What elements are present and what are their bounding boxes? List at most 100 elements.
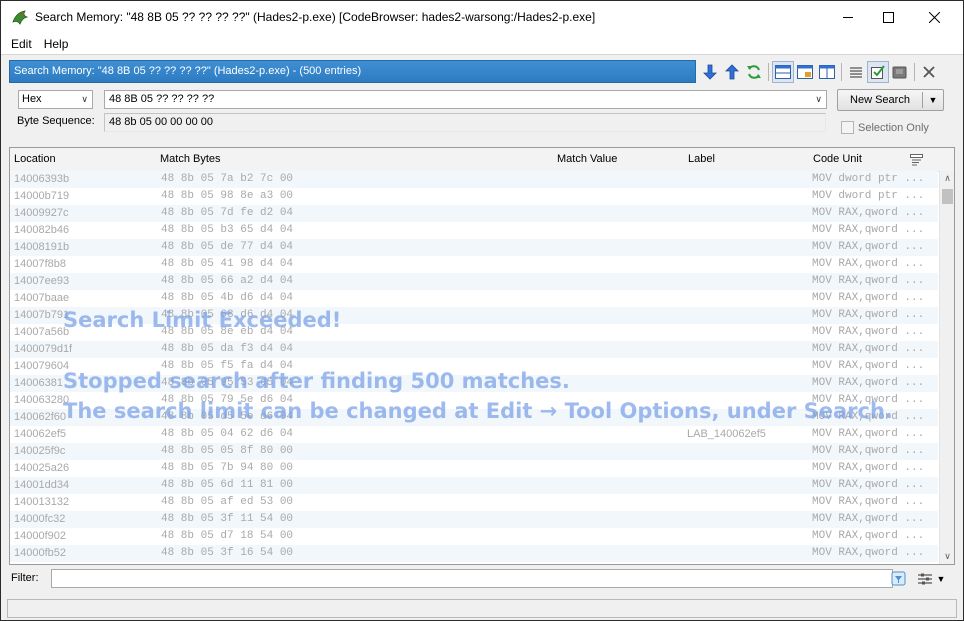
- chevron-down-icon: ∨: [81, 94, 88, 104]
- table-row[interactable]: 14007b791 48 8b 05 68 d6 d4 04 MOV RAX,qwo…: [10, 307, 938, 324]
- selection-only-label: Selection Only: [858, 121, 929, 134]
- table-row[interactable]: 140013132 48 8b 05 af ed 53 00 MOV RAX,qwo…: [10, 494, 938, 511]
- filter-input[interactable]: [51, 569, 893, 588]
- column-label[interactable]: Label: [688, 148, 715, 171]
- table-row[interactable]: 14006393b 48 8b 05 7a b2 7c 00 MOV dword p…: [10, 171, 938, 188]
- table-row[interactable]: 14001dd34 48 8b 05 6d 11 81 00 MOV RAX,qwo…: [10, 477, 938, 494]
- format-select[interactable]: Hex ∨: [18, 90, 93, 109]
- location-cell: 14000f902: [14, 530, 66, 542]
- toolbar-separator: [768, 62, 769, 81]
- filter-menu-button[interactable]: ▼: [935, 569, 947, 589]
- table-row[interactable]: 14009927c 48 8b 05 7d fe d2 04 MOV RAX,qwo…: [10, 205, 938, 222]
- toggle-details-button[interactable]: [794, 61, 816, 83]
- menu-edit[interactable]: Edit: [5, 37, 38, 51]
- code-unit-cell: MOV RAX,qword ...: [812, 462, 925, 474]
- maximize-button[interactable]: [865, 1, 911, 33]
- table-row[interactable]: 14007ee93 48 8b 05 66 a2 d4 04 MOV RAX,qwo…: [10, 273, 938, 290]
- new-search-dropdown-button[interactable]: ▼: [924, 90, 942, 110]
- table-row[interactable]: 14007a56b 48 8b 05 8e eb d4 04 MOV RAX,qwo…: [10, 324, 938, 341]
- toggle-columns-button[interactable]: [816, 61, 838, 83]
- minimize-icon: [842, 16, 853, 18]
- horizontal-split-icon: [775, 64, 791, 79]
- menu-help[interactable]: Help: [38, 37, 75, 51]
- table-row[interactable]: 140025f9c 48 8b 05 05 8f 80 00 MOV RAX,qwo…: [10, 443, 938, 460]
- panel-title: Search Memory: "48 8B 05 ?? ?? ?? ??" (H…: [9, 60, 696, 83]
- filter-settings-button[interactable]: [915, 569, 935, 589]
- next-match-button[interactable]: [699, 61, 721, 83]
- location-cell: 14000fb52: [14, 547, 66, 559]
- code-unit-cell: MOV RAX,qword ...: [812, 343, 925, 355]
- new-search-label: New Search: [850, 94, 910, 106]
- layout-split-button[interactable]: [772, 60, 794, 83]
- search-input[interactable]: 48 8B 05 ?? ?? ?? ?? ∨: [104, 90, 827, 109]
- match-bytes-cell: 48 8b 05 04 62 d6 04: [161, 428, 294, 440]
- scroll-up-button[interactable]: ∧: [940, 171, 954, 186]
- code-unit-cell: MOV RAX,qword ...: [812, 309, 925, 321]
- table-config-icon: [910, 154, 923, 166]
- match-bytes-cell: 48 8b 05 05 8f 80 00: [161, 445, 294, 457]
- code-unit-cell: MOV RAX,qword ...: [812, 530, 925, 542]
- table-row[interactable]: 14008191b 48 8b 05 de 77 d4 04 MOV RAX,qwo…: [10, 239, 938, 256]
- snapshot-button[interactable]: [889, 61, 911, 83]
- location-cell: 14001dd34: [14, 479, 70, 491]
- new-search-button[interactable]: New Search ▼: [837, 89, 944, 111]
- make-selection-button[interactable]: [867, 60, 889, 83]
- column-match-bytes[interactable]: Match Bytes: [160, 148, 221, 171]
- table-row[interactable]: 14000f902 48 8b 05 d7 18 54 00 MOV RAX,qwo…: [10, 528, 938, 545]
- vertical-scrollbar[interactable]: ∧ ∨: [939, 171, 954, 564]
- search-input-value: 48 8B 05 ?? ?? ?? ??: [109, 93, 215, 105]
- code-unit-cell: MOV RAX,qword ...: [812, 326, 925, 338]
- refresh-button[interactable]: [743, 61, 765, 83]
- column-location[interactable]: Location: [14, 148, 56, 171]
- table-row[interactable]: 140063280 48 8b 05 79 5e d6 04 MOV RAX,qwo…: [10, 392, 938, 409]
- match-bytes-cell: 48 8b 05 da f3 d4 04: [161, 343, 294, 355]
- location-cell: 1400079d1f: [14, 343, 73, 355]
- close-window-button[interactable]: [911, 1, 957, 33]
- table-row[interactable]: 14007baae 48 8b 05 4b d6 d4 04 MOV RAX,qwo…: [10, 290, 938, 307]
- match-bytes-cell: 48 8b 05 3f 11 54 00: [161, 513, 294, 525]
- chevron-down-icon[interactable]: ∨: [815, 91, 822, 108]
- location-cell: 140025a26: [14, 462, 70, 474]
- table-row[interactable]: 14000b719 48 8b 05 98 8e a3 00 MOV dword p…: [10, 188, 938, 205]
- list-view-button[interactable]: [845, 61, 867, 83]
- table-row[interactable]: 140082b46 48 8b 05 b3 65 d4 04 MOV RAX,qwo…: [10, 222, 938, 239]
- match-bytes-cell: 48 8b 05 98 8e a3 00: [161, 190, 294, 202]
- code-unit-cell: MOV RAX,qword ...: [812, 224, 925, 236]
- panel-toolbar: [699, 60, 955, 83]
- match-bytes-cell: 48 8b 05 41 98 d4 04: [161, 258, 294, 270]
- format-select-value: Hex: [22, 93, 42, 105]
- location-cell: 14006393b: [14, 173, 70, 185]
- scrollbar-thumb[interactable]: [942, 189, 953, 204]
- column-match-value[interactable]: Match Value: [557, 148, 617, 171]
- table-row[interactable]: 14006381 48 8b 05 95 53 d5 04 MOV RAX,qwor…: [10, 375, 938, 392]
- table-row[interactable]: 14007f8b8 48 8b 05 41 98 d4 04 MOV RAX,qwo…: [10, 256, 938, 273]
- location-cell: 14007b791: [14, 309, 70, 321]
- filter-options-button[interactable]: [889, 569, 909, 589]
- table-row[interactable]: 140025a26 48 8b 05 7b 94 80 00 MOV RAX,qwo…: [10, 460, 938, 477]
- code-unit-cell: MOV RAX,qword ...: [812, 479, 925, 491]
- code-unit-cell: MOV RAX,qword ...: [812, 241, 925, 253]
- scroll-down-button[interactable]: ∨: [940, 549, 954, 564]
- close-icon: [923, 65, 935, 78]
- caret-down-icon: ▼: [928, 95, 938, 105]
- table-row[interactable]: 140062f60 48 8b 05 d5 5e d6 04 MOV RAX,qwo…: [10, 409, 938, 426]
- filter-label: Filter:: [11, 572, 39, 584]
- table-row[interactable]: 140062ef5 48 8b 05 04 62 d6 04 LAB_140062e…: [10, 426, 938, 443]
- close-panel-button[interactable]: [918, 61, 940, 83]
- status-bar: [7, 599, 957, 618]
- location-cell: 140025f9c: [14, 445, 66, 457]
- checkbox-box[interactable]: [841, 121, 854, 134]
- table-body: 14006393b 48 8b 05 7a b2 7c 00 MOV dword p…: [10, 171, 938, 562]
- column-config-button[interactable]: [910, 153, 924, 167]
- table-row[interactable]: 14000fc32 48 8b 05 3f 11 54 00 MOV RAX,qwo…: [10, 511, 938, 528]
- selection-only-checkbox[interactable]: Selection Only: [841, 121, 929, 134]
- table-row[interactable]: 14000fb52 48 8b 05 3f 16 54 00 MOV RAX,qwo…: [10, 545, 938, 562]
- results-table: Location Match Bytes Match Value Label C…: [9, 147, 955, 565]
- match-bytes-cell: 48 8b 05 de 77 d4 04: [161, 241, 294, 253]
- table-row[interactable]: 140079604 48 8b 05 f5 fa d4 04 MOV RAX,qwo…: [10, 358, 938, 375]
- table-row[interactable]: 1400079d1f 48 8b 05 da f3 d4 04 MOV RAX,qw…: [10, 341, 938, 358]
- previous-match-button[interactable]: [721, 61, 743, 83]
- match-bytes-cell: 48 8b 05 7b 94 80 00: [161, 462, 294, 474]
- column-code-unit[interactable]: Code Unit: [813, 148, 862, 171]
- filter-bar: Filter: ▼: [9, 567, 955, 591]
